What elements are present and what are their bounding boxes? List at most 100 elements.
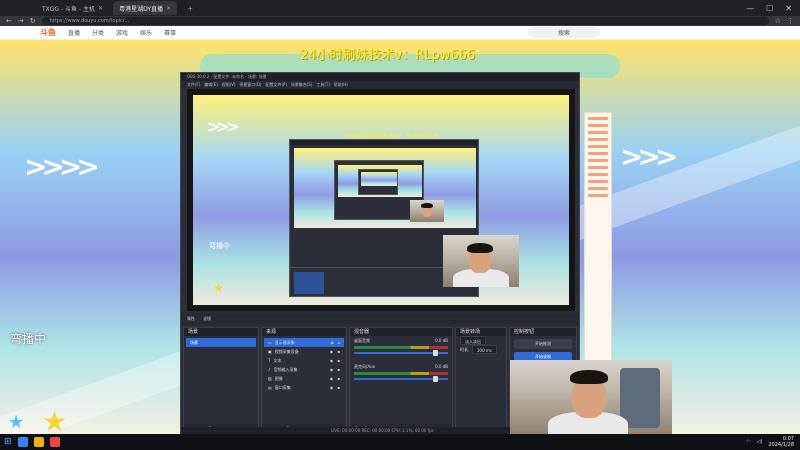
channel-level: 0.0 dB: [435, 364, 448, 369]
nav-item[interactable]: 游戏: [116, 28, 128, 37]
stream-overlay-title: 24小时刷妹技术v：RLpw666: [300, 48, 476, 63]
maximize-icon[interactable]: ☐: [766, 4, 773, 13]
menu-item[interactable]: 场景集合(S): [291, 82, 313, 87]
clock-date: 2024/1/28: [768, 442, 794, 448]
clock[interactable]: 0:07 2024/1/28: [768, 436, 794, 448]
menu-item[interactable]: 视图(V): [222, 82, 236, 87]
lock-icon[interactable]: ▪: [337, 374, 340, 383]
source-item[interactable]: ▭ 显示器采集 ◉ 🔒︎: [264, 338, 344, 347]
source-item[interactable]: ▨ 图像 ◉ ▪: [264, 374, 344, 383]
close-icon[interactable]: ✕: [166, 5, 171, 12]
windows-start-icon[interactable]: ⊞: [4, 437, 12, 447]
menu-item[interactable]: 编辑(E): [204, 82, 218, 87]
lock-icon[interactable]: 🔒︎: [338, 338, 340, 347]
camera-icon: ▣: [268, 349, 272, 354]
nested-webcam: [410, 200, 444, 222]
menu-icon[interactable]: ⋮: [787, 17, 794, 25]
mic-icon: ♪: [268, 367, 271, 372]
tab-label: TXGG - 斗鱼 - 主机: [42, 5, 96, 13]
bookmark-icon[interactable]: ☆: [775, 17, 781, 25]
source-item[interactable]: T 文本 ◉ ▪: [264, 356, 344, 365]
volume-meter: [354, 346, 448, 349]
obs-menu-bar: 文件(F) 编辑(E) 视图(V) 停靠窗口(D) 配置文件(P) 场景集合(S…: [181, 81, 579, 88]
volume-slider[interactable]: [354, 376, 448, 382]
edge-icon[interactable]: [17, 437, 28, 447]
browser-tab-3[interactable]: TXGG - 斗鱼 - 主机 ✕: [36, 1, 109, 15]
nested-preview: [294, 148, 476, 228]
webcam-overlay: [510, 360, 672, 436]
browser-tab-active[interactable]: 粤港星湖DY直播 ✕: [113, 1, 178, 15]
dock-title: 场景转场: [456, 328, 506, 336]
obs-preview[interactable]: >>> 弯播中 24小时刷妹技术v：RLpw666 ★: [187, 89, 575, 311]
back-icon[interactable]: ←: [6, 17, 12, 25]
site-logo[interactable]: 斗鱼: [40, 27, 56, 38]
new-tab-button[interactable]: ＋: [181, 1, 199, 15]
transitions-dock: 场景转场 淡入淡出 时长 300 ms: [455, 327, 507, 435]
minimize-icon[interactable]: —: [746, 4, 754, 13]
transition-select[interactable]: 淡入淡出: [460, 336, 486, 345]
duration-label: 时长: [460, 347, 468, 352]
duration-input[interactable]: 300 ms: [472, 345, 497, 354]
browser-tab-2[interactable]: [20, 1, 32, 15]
monitor-icon: ▭: [268, 340, 272, 345]
reload-icon[interactable]: ↻: [30, 17, 36, 25]
start-streaming-button[interactable]: 开始推流: [514, 339, 572, 349]
preview-stream-frame: >>> 弯播中 24小时刷妹技术v：RLpw666 ★: [193, 95, 569, 305]
volume-icon[interactable]: ◁): [757, 439, 763, 445]
eye-icon[interactable]: ◉: [330, 338, 334, 347]
url-input[interactable]: https://www.douyu.com/topic/...: [41, 17, 769, 25]
eye-icon[interactable]: ◉: [330, 365, 334, 374]
menu-item[interactable]: 停靠窗口(D): [239, 82, 261, 87]
tab-label: 粤港星湖DY直播: [119, 5, 164, 13]
system-tray: ◠ ◁) 0:07 2024/1/28: [746, 436, 800, 448]
mixer-channel: 麦克风/Aux 0.0 dB: [350, 362, 452, 388]
menu-item[interactable]: 工具(T): [316, 82, 330, 87]
image-icon: ▨: [268, 376, 272, 381]
window-icon: ▤: [268, 385, 272, 390]
eye-icon[interactable]: ◉: [330, 374, 334, 383]
source-item[interactable]: ▤ 窗口采集 ◉ ▪: [264, 383, 344, 392]
search-input[interactable]: 搜索: [527, 27, 600, 38]
folder-icon[interactable]: [33, 437, 44, 447]
close-window-icon[interactable]: ✕: [785, 4, 792, 13]
lock-icon[interactable]: ▪: [337, 365, 340, 374]
eye-icon[interactable]: ◉: [330, 347, 334, 356]
filters-button[interactable]: 滤镜: [203, 316, 211, 322]
chevron-decoration: >>>>: [24, 150, 100, 183]
eye-icon[interactable]: ◉: [330, 356, 334, 365]
lock-icon[interactable]: ▪: [337, 347, 340, 356]
volume-slider[interactable]: [354, 350, 448, 356]
nav-item[interactable]: 分类: [92, 28, 104, 37]
scene-item[interactable]: 场景: [186, 338, 256, 347]
wifi-icon[interactable]: ◠: [746, 439, 750, 445]
nav-item[interactable]: 赛事: [164, 28, 176, 37]
eye-icon[interactable]: ◉: [330, 383, 334, 392]
lock-icon[interactable]: ▪: [337, 383, 340, 392]
close-icon[interactable]: ✕: [98, 5, 103, 12]
obs-titlebar: OBS 30.0.2 - 配置文件: 未命名 - 场景: 场景: [181, 73, 579, 81]
menu-item[interactable]: 配置文件(P): [265, 82, 287, 87]
taskbar: ⊞ ◠ ◁) 0:07 2024/1/28: [0, 434, 800, 450]
forward-icon[interactable]: →: [18, 17, 24, 25]
star-icon: ★: [213, 281, 224, 295]
channel-level: 0.0 dB: [435, 338, 448, 343]
chevron-decoration: >>>: [620, 140, 678, 173]
sources-dock: 来源 ▭ 显示器采集 ◉ 🔒︎ ▣ 视频采集设备 ◉ ▪ T 文本 ◉ ▪ ♪ 音频输入采集 ◉ ▪ ▨…: [261, 327, 347, 435]
browser-tab-1[interactable]: [4, 1, 16, 15]
nav-item[interactable]: 娱乐: [140, 28, 152, 37]
preview-webcam: [443, 235, 519, 287]
dock-title: 控制按钮: [510, 328, 576, 336]
channel-name: 桌面音频: [354, 338, 370, 343]
menu-item[interactable]: 文件(F): [187, 82, 200, 87]
chat-side-panel: [584, 112, 612, 382]
menu-item[interactable]: 帮助(H): [334, 82, 348, 87]
nav-item[interactable]: 直播: [68, 28, 80, 37]
source-item[interactable]: ▣ 视频采集设备 ◉ ▪: [264, 347, 344, 356]
address-toolbar: ← → ↻ https://www.douyu.com/topic/... ☆ …: [0, 16, 800, 26]
chrome-icon[interactable]: [49, 437, 60, 447]
source-item[interactable]: ♪ 音频输入采集 ◉ ▪: [264, 365, 344, 374]
lock-icon[interactable]: ▪: [337, 356, 340, 365]
properties-button[interactable]: 属性: [187, 316, 195, 322]
mixer-channel: 桌面音频 0.0 dB: [350, 336, 452, 362]
dock-title: 场景: [184, 328, 258, 336]
